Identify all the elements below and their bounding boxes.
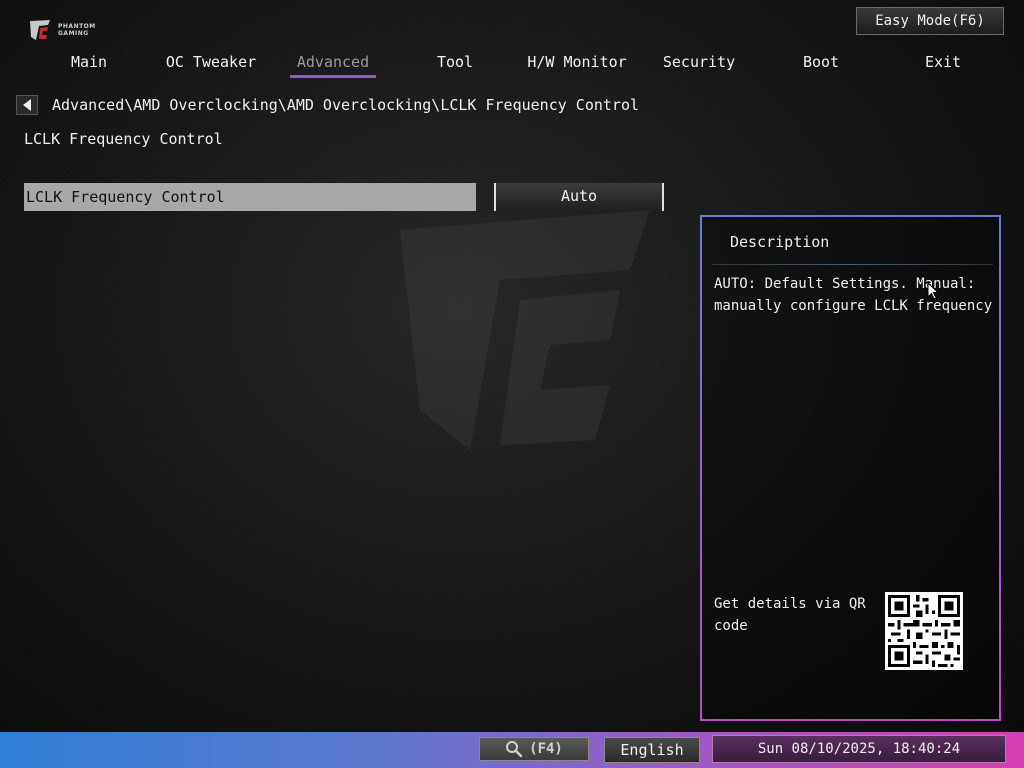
breadcrumb: Advanced\AMD Overclocking\AMD Overclocki… (52, 96, 639, 114)
tab-boot[interactable]: Boot (760, 50, 882, 78)
section-title: LCLK Frequency Control (24, 130, 223, 148)
description-panel: Description AUTO: Default Settings. Manu… (700, 215, 1001, 721)
easy-mode-button[interactable]: Easy Mode(F6) (856, 7, 1004, 35)
back-button[interactable] (16, 95, 38, 115)
datetime-display[interactable]: Sun 08/10/2025, 18:40:24 (712, 735, 1006, 763)
breadcrumb-row: Advanced\AMD Overclocking\AMD Overclocki… (16, 94, 639, 116)
mouse-cursor-icon (927, 282, 939, 300)
tab-hw-monitor[interactable]: H/W Monitor (516, 50, 638, 78)
setting-label[interactable]: LCLK Frequency Control (24, 183, 476, 211)
search-shortcut-label: (F4) (529, 741, 563, 757)
tab-oc-tweaker[interactable]: OC Tweaker (150, 50, 272, 78)
description-divider (712, 264, 993, 265)
setting-row-lclk-frequency-control[interactable]: LCLK Frequency Control Auto (24, 183, 664, 211)
search-button[interactable]: (F4) (479, 737, 589, 761)
description-title: Description (730, 233, 830, 251)
qr-code-icon (885, 592, 963, 670)
phantom-gaming-logo: PHANTOM GAMING (28, 16, 108, 44)
language-button[interactable]: English (604, 737, 700, 763)
description-text: AUTO: Default Settings. Manual: manually… (714, 276, 993, 314)
tab-tool[interactable]: Tool (394, 50, 516, 78)
logo-text: PHANTOM GAMING (58, 23, 96, 37)
setting-value-dropdown[interactable]: Auto (494, 183, 664, 211)
bios-screen: PHANTOM GAMING Easy Mode(F6) Main OC Twe… (0, 0, 1024, 768)
phantom-gaming-logo-icon (30, 20, 50, 40)
tab-security[interactable]: Security (638, 50, 760, 78)
arrow-left-icon (23, 99, 31, 111)
tab-exit[interactable]: Exit (882, 50, 1004, 78)
tab-main[interactable]: Main (28, 50, 150, 78)
qr-label: Get details via QR code (714, 596, 866, 634)
tab-advanced[interactable]: Advanced (272, 50, 394, 78)
main-nav: Main OC Tweaker Advanced Tool H/W Monito… (28, 50, 1004, 80)
phantom-gaming-watermark-icon (400, 210, 650, 450)
search-icon (506, 741, 523, 758)
